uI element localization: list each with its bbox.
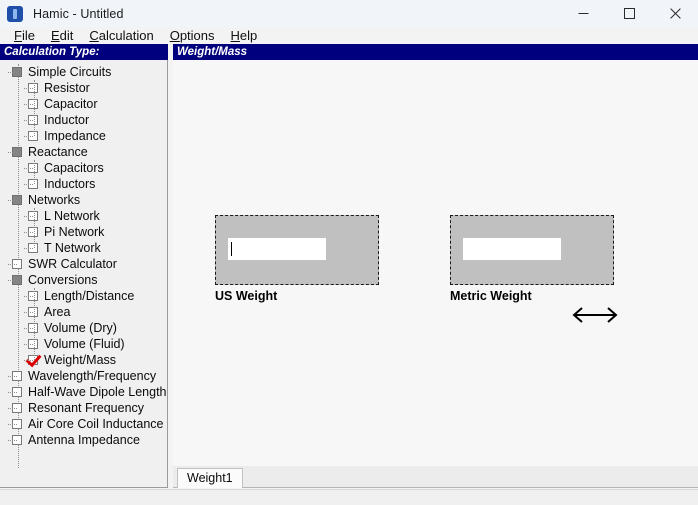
tree-connector (24, 184, 33, 186)
window-title: Hamic - Untitled (33, 6, 124, 21)
tree-item-label: Inductors (44, 177, 96, 191)
tree-root: Simple Circuits Resistor Capacitor Inductor… (0, 60, 167, 468)
tree-connector (8, 440, 17, 442)
tree-item-label: Volume (Dry) (44, 321, 117, 335)
us-weight-label: US Weight (215, 289, 278, 303)
metric-weight-label: Metric Weight (450, 289, 532, 303)
tree-item-label: Area (44, 305, 71, 319)
metric-weight-panel (450, 215, 614, 285)
tree-item-air-core-coil-inductance[interactable]: Air Core Coil Inductance (0, 416, 167, 432)
main-content: US Weight Metric Weight (173, 60, 698, 466)
menu-calculation[interactable]: Calculation (81, 28, 161, 43)
tree-connector (8, 72, 17, 74)
tree-item-label: Capacitor (44, 97, 98, 111)
tree-connector (8, 200, 17, 202)
us-weight-group: US Weight (215, 215, 379, 303)
tree-item-antenna-impedance[interactable]: Antenna Impedance (0, 432, 167, 448)
maximize-button[interactable] (606, 0, 652, 27)
tree-item-simple-circuits[interactable]: Simple Circuits (0, 64, 167, 80)
tree-item-label: Conversions (28, 273, 98, 287)
tree-connector (24, 168, 33, 170)
tree-connector (34, 160, 36, 184)
tree-connector (24, 328, 33, 330)
text-caret (231, 242, 232, 256)
menu-file[interactable]: File (6, 28, 43, 43)
metric-weight-group: Metric Weight (450, 215, 614, 303)
tree-item-label: Resonant Frequency (28, 401, 145, 415)
menu-help[interactable]: Help (223, 28, 266, 43)
calculation-type-tree[interactable]: Simple Circuits Resistor Capacitor Inductor… (0, 60, 168, 488)
tree-connector (24, 312, 33, 314)
tree-item-label: Wavelength/Frequency (28, 369, 157, 383)
tree-connector (24, 360, 33, 362)
tree-connector (24, 88, 33, 90)
tree-item-label: Capacitors (44, 161, 104, 175)
tree-item-label: Networks (28, 193, 81, 207)
tree-item-label: Impedance (44, 129, 106, 143)
tree-connector (24, 296, 33, 298)
double-arrow-icon (569, 306, 621, 324)
tree-connector (24, 216, 33, 218)
tree-connector (34, 80, 36, 136)
tree-item-label: Reactance (28, 145, 88, 159)
tree-item-reactance[interactable]: Reactance (0, 144, 167, 160)
tree-item-label: Inductor (44, 113, 90, 127)
tree-item-label: Volume (Fluid) (44, 337, 125, 351)
tree-connector (8, 152, 17, 154)
us-weight-input[interactable] (228, 238, 326, 260)
titlebar: Hamic - Untitled (0, 0, 698, 27)
tree-connector (24, 248, 33, 250)
metric-weight-input[interactable] (463, 238, 561, 260)
tree-connector (8, 392, 17, 394)
tree-item-wavelength-frequency[interactable]: Wavelength/Frequency (0, 368, 167, 384)
tree-item-label: Simple Circuits (28, 65, 112, 79)
app-icon (7, 5, 23, 22)
calculation-type-caption: Calculation Type: (0, 44, 168, 60)
tree-item-networks[interactable]: Networks (0, 192, 167, 208)
tree-item-label: Pi Network (44, 225, 105, 239)
menu-options[interactable]: Options (162, 28, 223, 43)
tree-connector (8, 424, 17, 426)
tree-item-label: T Network (44, 241, 101, 255)
tree-connector (8, 280, 17, 282)
current-calculation-caption: Weight/Mass (173, 44, 698, 60)
tree-connector (8, 376, 17, 378)
window-controls (560, 0, 698, 27)
tree-item-label: Antenna Impedance (28, 433, 140, 447)
menubar: File Edit Calculation Options Help (0, 27, 698, 44)
tab-weight1[interactable]: Weight1 (177, 468, 243, 488)
tree-item-label: SWR Calculator (28, 257, 117, 271)
tree-connector (24, 104, 33, 106)
statusbar (0, 489, 698, 505)
menu-edit[interactable]: Edit (43, 28, 81, 43)
tree-item-resonant-frequency[interactable]: Resonant Frequency (0, 400, 167, 416)
tree-item-label: Half-Wave Dipole Length (28, 385, 167, 399)
tree-connector (24, 136, 33, 138)
tree-item-conversions[interactable]: Conversions (0, 272, 167, 288)
tree-item-half-wave-dipole-length[interactable]: Half-Wave Dipole Length (0, 384, 167, 400)
tree-item-label: Air Core Coil Inductance (28, 417, 164, 431)
minimize-button[interactable] (560, 0, 606, 27)
tabstrip: Weight1 (173, 466, 698, 488)
tree-connector (34, 288, 36, 360)
tree-item-label: L Network (44, 209, 100, 223)
tree-connector (24, 120, 33, 122)
tree-item-swr-calculator[interactable]: SWR Calculator (0, 256, 167, 272)
tree-connector (24, 344, 33, 346)
close-button[interactable] (652, 0, 698, 27)
tree-connector (8, 408, 17, 410)
tree-connector (8, 264, 17, 266)
tree-item-label: Weight/Mass (44, 353, 117, 367)
us-weight-panel (215, 215, 379, 285)
tree-connector (24, 232, 33, 234)
tree-connector (34, 208, 36, 248)
tree-item-label: Resistor (44, 81, 90, 95)
app-window: Hamic - Untitled File Edit Calculation O… (0, 0, 698, 505)
tree-item-label: Length/Distance (44, 289, 135, 303)
